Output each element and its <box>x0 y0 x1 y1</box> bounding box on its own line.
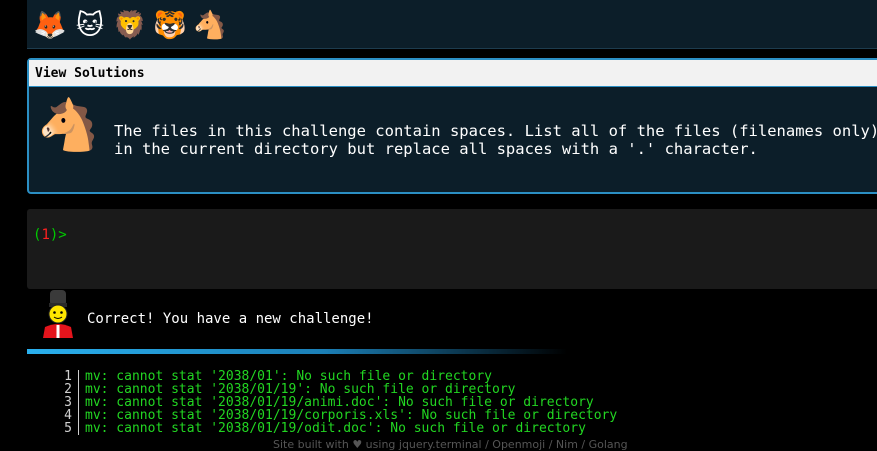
gutter-line <box>78 422 79 435</box>
output-text: mv: cannot stat '2038/01/19/odit.doc': N… <box>85 421 586 436</box>
gutter-line <box>78 396 79 409</box>
horse-avatar-icon: 🐴 <box>37 96 100 154</box>
gutter-line <box>78 383 79 396</box>
gutter-line <box>78 370 79 383</box>
challenge-panel: View Solutions 🐴 The files in this chall… <box>27 58 877 194</box>
gutter-line <box>78 409 79 422</box>
emoji-bar: 🦊 🐱 🦁 🐯 🐴 <box>27 0 877 49</box>
progress-divider <box>27 349 567 354</box>
feedback-message: Correct! You have a new challenge! <box>87 311 374 327</box>
guard-icon <box>43 290 73 338</box>
fox-icon[interactable]: 🦊 <box>33 9 67 43</box>
lion-icon[interactable]: 🦁 <box>113 9 147 43</box>
tiger-icon[interactable]: 🐯 <box>153 9 187 43</box>
challenge-description: The files in this challenge contain spac… <box>114 122 877 158</box>
horse-icon[interactable]: 🐴 <box>193 9 227 43</box>
terminal-prompt: (1)> <box>33 226 67 244</box>
view-solutions-header[interactable]: View Solutions <box>29 60 877 87</box>
emoji-row: 🦊 🐱 🦁 🐯 🐴 <box>33 9 227 43</box>
cat-icon[interactable]: 🐱 <box>73 9 107 43</box>
prompt-number: 1 <box>41 227 50 243</box>
command-output: 1 mv: cannot stat '2038/01': No such file… <box>55 370 617 435</box>
line-number: 5 <box>64 421 72 436</box>
challenge-body: 🐴 The files in this challenge contain sp… <box>29 87 877 192</box>
site-footer: Site built with ♥ using jquery.terminal … <box>273 438 628 451</box>
prompt-close: )> <box>49 227 67 243</box>
output-line: 5 mv: cannot stat '2038/01/19/odit.doc': … <box>55 422 617 435</box>
terminal-input[interactable]: (1)> <box>27 209 877 289</box>
